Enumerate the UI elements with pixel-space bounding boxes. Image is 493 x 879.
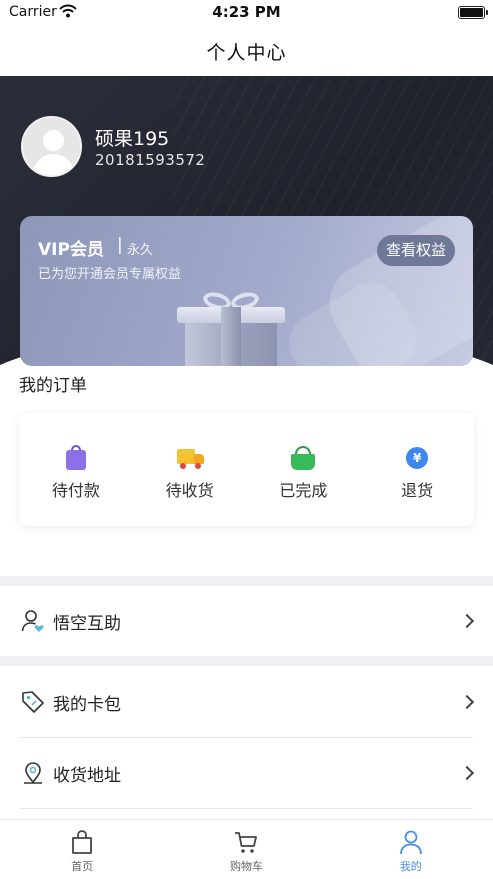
status-bar: Carrier 4:23 PM [0, 0, 493, 26]
battery-icon [458, 6, 488, 19]
bag-body [65, 450, 86, 470]
chevron-right-icon [459, 694, 475, 710]
vip-card[interactable]: VIP会员 | 永久 已为您开通会员专属权益 查看权益 [20, 216, 473, 366]
user-name: 硕果195 [95, 128, 170, 150]
order-item-label: 退货 [401, 481, 434, 500]
vip-separator: | [117, 235, 123, 255]
tag-icon [22, 691, 44, 713]
user-heart-icon [21, 610, 44, 632]
avatar-head-shape [43, 130, 64, 151]
person-icon [399, 830, 422, 855]
cart-icon [235, 832, 258, 853]
green-basket-icon [290, 445, 316, 471]
tab-home[interactable]: 首页 [0, 820, 164, 879]
clock: 4:23 PM [212, 3, 281, 21]
home-bag-icon [72, 830, 93, 854]
order-completed[interactable]: 已完成 [247, 413, 361, 526]
menu-item-label: 悟空互助 [53, 613, 121, 634]
tab-label: 首页 [71, 860, 94, 873]
menu-item-label: 我的卡包 [53, 694, 121, 715]
order-pending-payment[interactable]: 待付款 [19, 413, 133, 526]
row-divider [19, 808, 473, 809]
chevron-right-icon [459, 765, 475, 781]
user-id: 20181593572 [95, 151, 206, 169]
avatar-body-shape [33, 154, 74, 175]
view-benefits-button[interactable]: 查看权益 [376, 235, 455, 266]
profile-header: 硕果195 20181593572 VIP会员 | 永久 已为您开通会员专属权益… [0, 76, 493, 366]
section-divider [0, 576, 493, 586]
orders-card: 待付款 待收货 已完成 ¥ 退货 [19, 413, 474, 526]
order-pending-delivery[interactable]: 待收货 [133, 413, 247, 526]
vip-title: VIP会员 [38, 240, 104, 260]
gift-box-icon [177, 289, 287, 366]
vip-description: 已为您开通会员专属权益 [38, 267, 182, 282]
purple-bag-icon [63, 445, 89, 471]
location-pin-icon [24, 762, 42, 784]
orders-section-title: 我的订单 [19, 376, 87, 396]
order-item-label: 待收货 [165, 481, 214, 500]
tab-label: 我的 [399, 860, 422, 873]
gift-ribbon [221, 307, 241, 366]
menu-item-address[interactable]: 收货地址 [0, 738, 493, 808]
avatar[interactable] [21, 116, 82, 177]
tab-label: 购物车 [229, 860, 263, 873]
coin-glyph: ¥ [406, 447, 429, 469]
basket-body [291, 454, 316, 470]
truck-icon [176, 445, 204, 471]
tab-cart[interactable]: 购物车 [164, 820, 328, 879]
nav-bar: 个人中心 [0, 26, 493, 76]
truck-wheel [194, 463, 201, 469]
menu-item-mutual-aid[interactable]: 悟空互助 [0, 586, 493, 656]
chevron-right-icon [459, 613, 475, 629]
order-refund[interactable]: ¥ 退货 [360, 413, 474, 526]
section-divider [0, 656, 493, 666]
vip-term: 永久 [127, 243, 154, 258]
order-item-label: 待付款 [51, 481, 100, 500]
page-title: 个人中心 [206, 41, 287, 64]
truck-cargo [176, 449, 195, 464]
yen-coin-icon: ¥ [404, 445, 430, 471]
tab-bar: 首页 购物车 我的 [0, 819, 493, 879]
menu-item-card-wallet[interactable]: 我的卡包 [0, 667, 493, 737]
truck-wheel [179, 463, 186, 469]
menu-item-label: 收货地址 [53, 765, 121, 786]
order-item-label: 已完成 [279, 481, 328, 500]
tab-mine[interactable]: 我的 [329, 820, 493, 879]
